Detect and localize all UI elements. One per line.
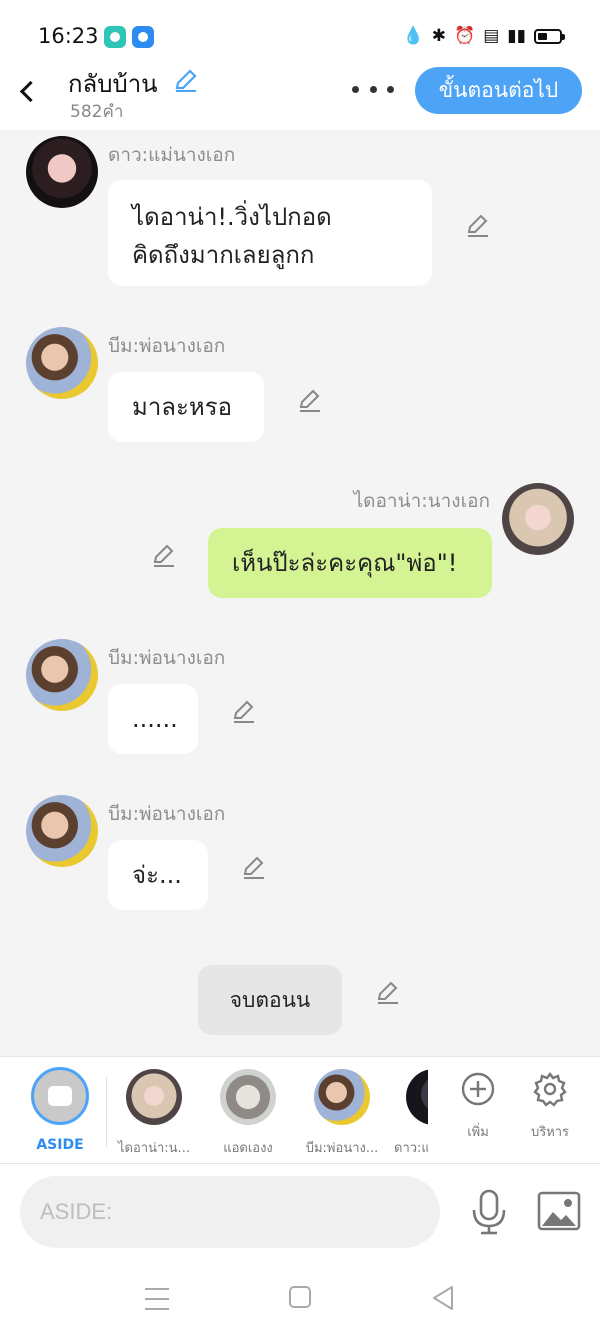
data-saver-icon: 💧: [402, 26, 424, 46]
message-sender: ดาว:แม่นางเอก: [108, 144, 236, 166]
bluetooth-icon: ✱: [431, 26, 447, 46]
character-diana[interactable]: ไดอาน่า:น...: [116, 1069, 192, 1158]
cloud-app-icon: [132, 26, 154, 48]
message-sender: บีม:พ่อนางเอก: [108, 335, 226, 357]
message-bubble[interactable]: มาละหรอ: [108, 372, 264, 442]
avatar: [126, 1069, 182, 1125]
avatar-beam[interactable]: [26, 327, 98, 399]
character-label: แอดเองง: [223, 1141, 273, 1156]
avatar-dao[interactable]: [26, 136, 98, 208]
volte-icon: ▤: [483, 26, 500, 46]
add-label: เพิ่ม: [467, 1125, 489, 1140]
app-notification-icon: [104, 26, 126, 48]
message-sender: บีม:พ่อนางเอก: [108, 803, 226, 825]
next-step-button[interactable]: ขั้นตอนต่อไป: [415, 67, 582, 114]
home-icon[interactable]: [289, 1286, 311, 1308]
message-sender: ไดอาน่า:นางเอก: [353, 490, 490, 512]
aside-selector[interactable]: ASIDE: [30, 1067, 90, 1153]
pencil-icon[interactable]: [230, 697, 258, 725]
microphone-icon[interactable]: [468, 1188, 510, 1236]
message-bubble[interactable]: ไดอาน่า!.วิ่งไปกอด คิดถึงมากเลยลูกก: [108, 180, 432, 286]
pencil-icon[interactable]: [240, 853, 268, 881]
message-sender: บีม:พ่อนางเอก: [108, 647, 226, 669]
message-line: จ่ะ...: [132, 861, 182, 889]
gear-icon: [530, 1071, 570, 1111]
character-bar: ASIDE ไดอาน่า:น... แอดเองง บีม:พ่อนาง...…: [0, 1056, 600, 1164]
nav-back-icon[interactable]: [430, 1284, 456, 1312]
end-chapter-bubble[interactable]: จบตอนน: [198, 965, 342, 1035]
message-bubble[interactable]: ......: [108, 684, 198, 754]
avatar: [406, 1069, 428, 1125]
character-label: ดาว:แ: [394, 1141, 428, 1156]
character-beam[interactable]: บีม:พ่อนาง...: [302, 1069, 382, 1158]
battery-icon: [534, 28, 565, 44]
message-line: ......: [132, 705, 178, 733]
message-bubble[interactable]: จ่ะ...: [108, 840, 208, 910]
recent-apps-icon[interactable]: [145, 1288, 169, 1310]
edit-title-icon[interactable]: [172, 66, 200, 94]
avatar: [220, 1069, 276, 1125]
pencil-icon[interactable]: [374, 978, 402, 1006]
message-line: คิดถึงมากเลยลูกก: [132, 241, 315, 269]
system-nav-bar: [0, 1264, 600, 1333]
aside-icon: [31, 1067, 89, 1125]
alarm-icon: ⏰: [454, 26, 476, 46]
character-label: บีม:พ่อนาง...: [305, 1141, 379, 1156]
plus-circle-icon: [458, 1071, 498, 1111]
word-count: 582คำ: [70, 102, 124, 122]
message-line: เห็นป๊ะล่ะคะคุณ"พ่อ"!: [232, 549, 458, 577]
header: กลับบ้าน 582คำ ขั้นตอนต่อไป: [0, 60, 600, 130]
avatar-diana[interactable]: [502, 483, 574, 555]
character-admin[interactable]: แอดเองง: [210, 1069, 286, 1158]
message-bubble[interactable]: เห็นป๊ะล่ะคะคุณ"พ่อ"!: [208, 528, 492, 598]
manage-button[interactable]: บริหาร: [524, 1071, 576, 1142]
message-line: ไดอาน่า!.วิ่งไปกอด: [132, 203, 332, 231]
character-label: ไดอาน่า:น...: [118, 1141, 190, 1156]
divider: [106, 1077, 107, 1147]
image-icon[interactable]: [536, 1190, 582, 1232]
character-dao[interactable]: ดาว:แ: [394, 1069, 428, 1158]
status-time: 16:23: [38, 24, 99, 48]
avatar: [314, 1069, 370, 1125]
avatar-beam[interactable]: [26, 795, 98, 867]
pencil-icon[interactable]: [150, 541, 178, 569]
input-area: [0, 1164, 600, 1264]
pencil-icon[interactable]: [296, 386, 324, 414]
pencil-icon[interactable]: [464, 211, 492, 239]
message-line: มาละหรอ: [132, 393, 233, 421]
aside-label: ASIDE: [36, 1137, 84, 1153]
avatar-beam[interactable]: [26, 639, 98, 711]
system-icons: 💧 ✱ ⏰ ▤ ▮▮: [402, 22, 565, 50]
back-button[interactable]: [14, 74, 42, 108]
message-input[interactable]: [20, 1176, 440, 1248]
more-dots-icon[interactable]: [352, 78, 394, 100]
manage-label: บริหาร: [530, 1125, 570, 1140]
signal-icon: ▮▮: [507, 26, 526, 46]
add-character-button[interactable]: เพิ่ม: [454, 1071, 502, 1142]
